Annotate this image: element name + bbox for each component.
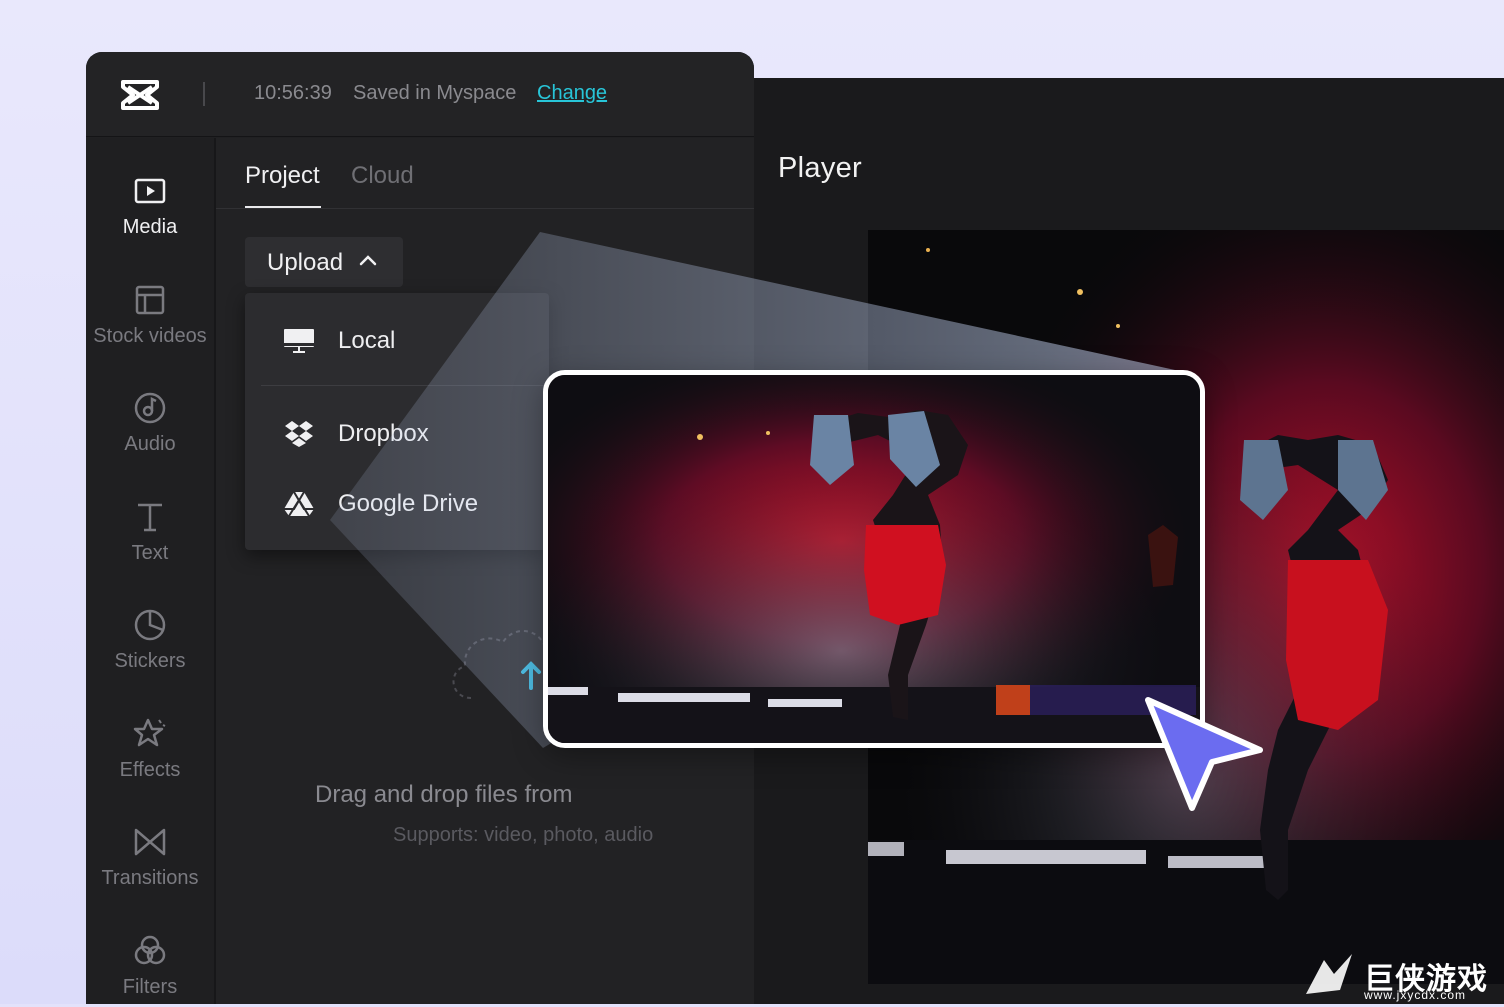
audio-icon xyxy=(134,392,166,424)
transitions-icon xyxy=(134,828,166,856)
text-icon xyxy=(138,503,162,532)
dropzone-subtitle: Supports: video, photo, audio xyxy=(393,824,654,846)
rail-label-transitions: Transitions xyxy=(101,867,199,889)
rail-label-text: Text xyxy=(131,542,169,564)
rail-item-media[interactable]: Media xyxy=(86,174,214,274)
upload-button[interactable]: Upload xyxy=(245,237,403,287)
upload-label: Upload xyxy=(267,249,344,276)
dropdown-divider xyxy=(261,385,549,386)
upload-option-local[interactable]: Local xyxy=(245,311,549,371)
top-bar-divider xyxy=(203,82,205,106)
save-status: Saved in Myspace xyxy=(353,82,517,104)
capcut-logo-icon[interactable] xyxy=(120,78,160,112)
media-icon xyxy=(134,178,166,204)
upload-option-google-drive[interactable]: Google Drive xyxy=(245,474,549,534)
dropbox-icon xyxy=(285,421,313,447)
player-title: Player xyxy=(778,152,862,184)
stickers-icon xyxy=(134,609,166,641)
rail-label-stock-videos: Stock videos xyxy=(93,325,207,347)
rail-label-audio: Audio xyxy=(124,433,176,455)
rail-label-effects: Effects xyxy=(119,759,181,781)
rail-label-filters: Filters xyxy=(122,976,178,998)
upload-option-label: Local xyxy=(338,327,396,354)
filters-icon xyxy=(134,935,166,965)
tab-project[interactable]: Project xyxy=(245,162,320,190)
cursor-arrow-icon xyxy=(1145,697,1263,811)
rail-item-audio[interactable]: Audio xyxy=(86,391,214,491)
rail-item-filters[interactable]: Filters xyxy=(86,934,214,1004)
rail-item-effects[interactable]: Effects xyxy=(86,717,214,817)
tab-cloud[interactable]: Cloud xyxy=(351,162,414,190)
dropzone-title: Drag and drop files from xyxy=(315,781,573,808)
rail-label-stickers: Stickers xyxy=(114,650,186,672)
rail-label-media: Media xyxy=(122,216,178,238)
rail-item-text[interactable]: Text xyxy=(86,500,214,600)
google-drive-icon xyxy=(284,491,314,517)
upload-dropdown: Local Dropbox Google Drive xyxy=(245,293,549,550)
watermark-url: www.jxycdx.com xyxy=(1364,988,1467,1002)
upload-option-label: Dropbox xyxy=(338,420,429,447)
upload-option-dropbox[interactable]: Dropbox xyxy=(245,404,549,464)
watermark: 巨侠游戏 www.jxycdx.com xyxy=(1300,950,1504,1004)
stock-videos-icon xyxy=(135,285,165,315)
upload-option-label: Google Drive xyxy=(338,490,479,517)
monitor-icon xyxy=(284,329,314,353)
rail-item-stickers[interactable]: Stickers xyxy=(86,608,214,708)
watermark-logo-icon xyxy=(1306,954,1352,994)
change-location-link[interactable]: Change xyxy=(537,82,607,105)
zoomed-breakdancer-photo xyxy=(548,375,1200,743)
panel-tabs: Project Cloud xyxy=(216,138,754,209)
upload-cloud-icon xyxy=(452,630,548,699)
rail-item-transitions[interactable]: Transitions xyxy=(86,825,214,925)
chevron-up-icon xyxy=(359,255,377,266)
save-timestamp: 10:56:39 xyxy=(254,82,332,104)
tool-rail: Media Stock videos Audio Text Stickers E… xyxy=(86,138,216,1004)
zoomed-video-card xyxy=(543,370,1205,748)
effects-icon xyxy=(133,718,166,747)
rail-item-stock-videos[interactable]: Stock videos xyxy=(86,283,214,383)
active-tab-indicator xyxy=(245,206,321,208)
top-bar: 10:56:39 Saved in Myspace Change xyxy=(86,52,754,137)
